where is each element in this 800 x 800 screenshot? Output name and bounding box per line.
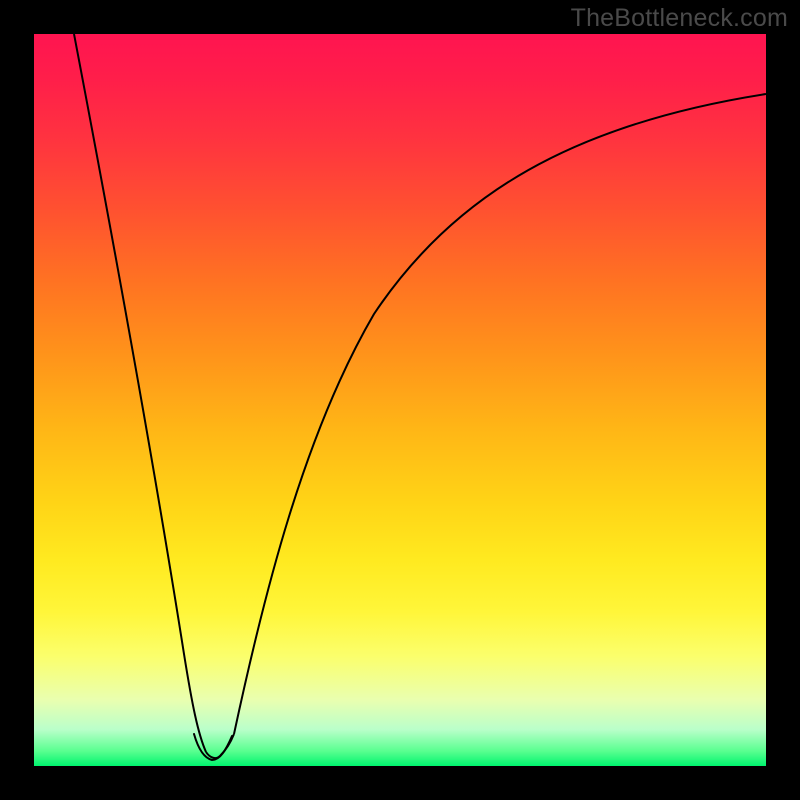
watermark-text: TheBottleneck.com [571,4,788,33]
valley-highlight [194,734,232,760]
plot-area [34,34,766,766]
bottleneck-curve [34,34,766,766]
curve-left-branch [74,34,206,752]
curve-valley [206,734,234,758]
chart-frame: TheBottleneck.com [0,0,800,800]
curve-right-branch [234,94,766,734]
